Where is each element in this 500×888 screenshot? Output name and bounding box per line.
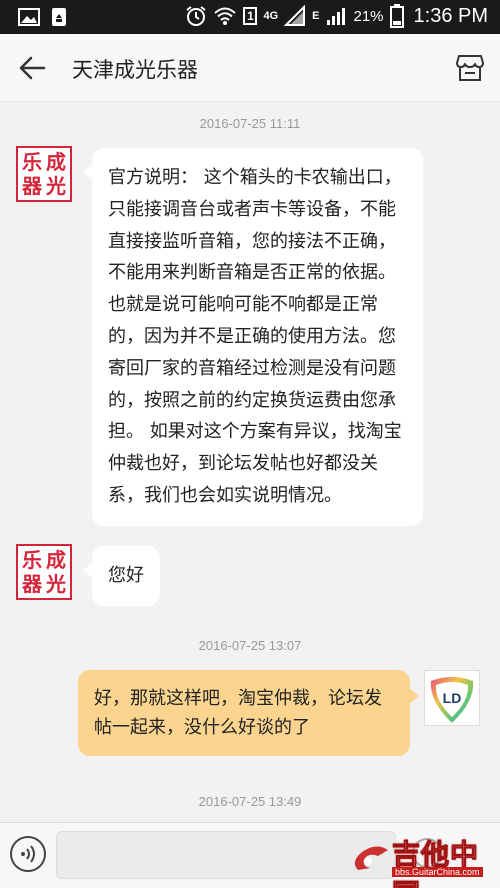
recycle-icon bbox=[52, 8, 66, 26]
battery-percent: 21% bbox=[353, 7, 384, 25]
watermark-text: 吉他中国 bbox=[392, 838, 480, 888]
voice-input-button[interactable] bbox=[10, 836, 46, 872]
sim-indicator: 1 bbox=[243, 7, 258, 25]
alarm-icon bbox=[186, 6, 207, 26]
message-timestamp: 2016-07-25 11:11 bbox=[199, 116, 301, 131]
network-type: 4G bbox=[263, 10, 279, 22]
avatar-glyph: 成 bbox=[46, 548, 66, 572]
store-icon[interactable] bbox=[454, 52, 486, 84]
message-input[interactable] bbox=[56, 831, 396, 879]
avatar-glyph: 器 bbox=[22, 572, 42, 596]
status-bar: 1 4G E 21% 1:36 PM bbox=[0, 0, 500, 34]
incoming-message[interactable]: 官方说明： 这个箱头的卡农输出口，只能接调音台或者声卡等设备，不能直接接监听音箱… bbox=[83, 148, 423, 526]
watermark-url: bbs.GuitarChina.com bbox=[392, 867, 483, 877]
seller-avatar[interactable]: 乐 成 器 光 bbox=[16, 544, 72, 600]
outgoing-message[interactable]: 好，那就这样吧，淘宝仲裁，论坛发帖一起来，没什么好谈的了 bbox=[78, 670, 419, 756]
message-timestamp: 2016-07-25 13:49 bbox=[198, 794, 302, 809]
wifi-icon bbox=[214, 7, 237, 25]
guitar-pick-logo-icon: LD bbox=[430, 677, 474, 723]
battery-icon bbox=[389, 4, 404, 28]
signal-2-icon bbox=[327, 8, 346, 25]
avatar-glyph: 光 bbox=[46, 572, 66, 596]
page-title: 天津成光乐器 bbox=[72, 58, 198, 82]
avatar-glyph: 器 bbox=[22, 174, 42, 198]
user-avatar-text: LD bbox=[443, 690, 462, 706]
back-arrow-icon[interactable] bbox=[14, 52, 50, 84]
voice-icon bbox=[21, 845, 35, 863]
avatar-glyph: 成 bbox=[46, 150, 66, 174]
avatar-glyph: 光 bbox=[46, 174, 66, 198]
seller-avatar[interactable]: 乐 成 器 光 bbox=[16, 146, 72, 202]
gallery-icon bbox=[18, 8, 40, 26]
user-avatar[interactable]: LD bbox=[424, 670, 480, 726]
avatar-glyph: 乐 bbox=[22, 548, 42, 572]
signal-icon bbox=[284, 5, 306, 26]
incoming-message[interactable]: 您好 bbox=[83, 546, 160, 606]
message-timestamp: 2016-07-25 13:07 bbox=[198, 638, 302, 653]
app-bar: 天津成光乐器 bbox=[0, 34, 500, 102]
edge-indicator: E bbox=[312, 10, 320, 22]
clock: 1:36 PM bbox=[413, 4, 488, 27]
avatar-glyph: 乐 bbox=[22, 150, 42, 174]
